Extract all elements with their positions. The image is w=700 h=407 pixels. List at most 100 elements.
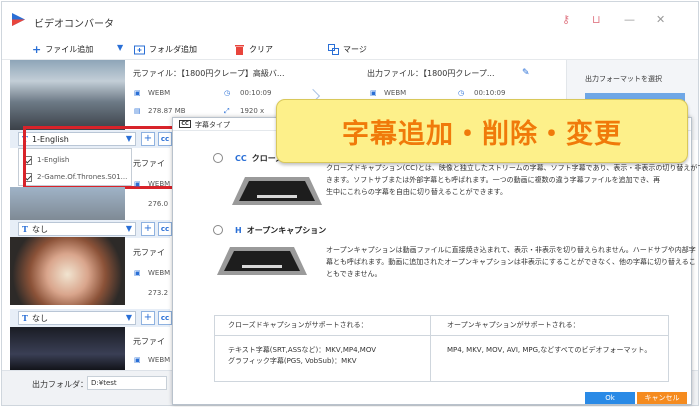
source-size-2: 276.0: [148, 200, 169, 208]
open-caption-title: オープンキャプション: [246, 226, 327, 235]
format-icon: ▣: [134, 356, 141, 364]
app-logo-icon: [12, 13, 25, 26]
oc-support-formats: MP4, MKV, MOV, AVI, MPG,などすべてのビデオフォーマット。: [447, 346, 652, 354]
merge-label: マージ: [343, 44, 367, 54]
source-file-label-2: 元ファイ: [133, 159, 165, 168]
video-thumbnail-2[interactable]: [10, 187, 125, 220]
clock-icon: ◷: [458, 89, 465, 97]
cc-icon: CC: [179, 120, 191, 128]
cancel-button[interactable]: キャンセル: [637, 392, 687, 404]
cc-settings-button[interactable]: cc: [158, 311, 172, 325]
minimize-icon[interactable]: —: [624, 13, 635, 26]
merge-button[interactable]: マージ: [328, 42, 367, 56]
merge-icon: [328, 43, 339, 55]
clock-icon: ◷: [224, 89, 231, 97]
video-thumbnail-3[interactable]: [10, 237, 125, 305]
h-icon: H: [235, 226, 242, 235]
open-caption-desc-line-2: 幕とも呼ばれます。動画に追加されたオープンキャプションは非表示にすることができな…: [326, 258, 696, 266]
dialog-title: 字幕タイプ: [195, 121, 230, 129]
source-file-label-4: 元ファイ: [133, 337, 165, 346]
open-caption-illustration: [217, 247, 307, 275]
folder-plus-icon: [134, 45, 145, 54]
closed-caption-illustration: [232, 177, 322, 205]
chevron-down-icon: ▼: [125, 224, 132, 233]
closed-caption-desc-line-2: きます。ソフトサブまたは外部字幕とも呼ばれます。一つの動画に複数の違う字幕ファイ…: [326, 176, 661, 184]
plus-icon: +: [32, 42, 42, 56]
text-t-icon: T: [22, 224, 28, 234]
headline-text: 字幕追加・削除・変更: [342, 118, 622, 150]
support-table: クローズドキャプションがサポートされる： オープンキャプションがサポートされる：…: [214, 315, 669, 382]
closed-caption-radio[interactable]: [213, 153, 223, 163]
source-format-2: WEBM: [148, 180, 171, 188]
source-size-1: 278.87 MB: [148, 107, 186, 115]
output-folder-field[interactable]: D:¥test: [87, 376, 167, 390]
format-icon: ▣: [134, 89, 141, 97]
subtitle-row-2: T なし ▼ + cc: [10, 220, 172, 238]
cc-settings-button[interactable]: cc: [158, 222, 172, 236]
format-icon: ▣: [134, 269, 141, 277]
headline-banner: 字幕追加・削除・変更: [276, 99, 688, 163]
key-icon[interactable]: ⚷: [562, 13, 570, 26]
subtitle-selected-2: なし: [31, 224, 48, 234]
source-file-label-3: 元ファイ: [133, 248, 165, 257]
source-format-3: WEBM: [148, 269, 171, 277]
output-format-label: 出力フォーマットを選択: [585, 75, 662, 83]
size-icon: ▤: [134, 107, 141, 115]
format-icon: ▣: [134, 180, 141, 188]
add-subtitle-button[interactable]: +: [141, 311, 155, 325]
chevron-down-icon[interactable]: ▼: [117, 43, 123, 52]
trash-icon: [235, 44, 244, 55]
close-icon[interactable]: ✕: [656, 13, 665, 26]
clear-button[interactable]: クリア: [234, 42, 273, 56]
output-folder-label: 出力フォルダ：: [32, 380, 88, 389]
edit-pencil-icon[interactable]: ✎: [522, 68, 530, 78]
open-caption-heading: H オープンキャプション: [235, 225, 326, 236]
cart-icon[interactable]: ⊔: [592, 13, 601, 26]
subtitle-select-3[interactable]: T なし ▼: [18, 311, 136, 325]
open-caption-description: オープンキャプションは動画ファイルに直接焼き込まれて、表示・非表示を切り替えられ…: [326, 244, 696, 280]
add-file-label: ファイル追加: [45, 44, 94, 54]
table-divider: [215, 335, 668, 336]
add-folder-button[interactable]: フォルダ追加: [134, 42, 197, 56]
plus-icon: +: [143, 312, 153, 323]
closed-caption-description: クローズドキャプション(CC)とは、映像と独立したストリームの字幕、ソフト字幕で…: [326, 162, 700, 198]
open-caption-radio[interactable]: [213, 225, 223, 235]
cc-support-graphic: グラフィック字幕(PGS, VobSub)：MKV: [228, 357, 357, 365]
source-format-4: WEBM: [148, 356, 171, 364]
add-file-button[interactable]: + ファイル追加: [32, 42, 93, 56]
video-thumbnail-4[interactable]: [10, 327, 125, 372]
closed-caption-desc-line-3: 生中にこれらの字幕を自由に切り替えることができます。: [326, 188, 507, 196]
clear-label: クリア: [249, 44, 273, 54]
cc-support-text: テキスト字幕(SRT,ASSなど)：MKV,MP4,MOV: [228, 346, 377, 354]
output-file-label-1: 出力ファイル：【1800円クレープ...: [367, 69, 495, 78]
source-format-1: WEBM: [148, 89, 171, 97]
source-resolution-1: 1920 x: [240, 107, 265, 115]
toolbar: + ファイル追加 ▼ フォルダ追加 クリア マージ: [2, 38, 698, 60]
add-folder-label: フォルダ追加: [149, 44, 197, 54]
subtitle-row-3: T なし ▼ + cc: [10, 309, 172, 327]
app-title: ビデオコンバータ: [34, 19, 114, 30]
resolution-icon: ⤢: [224, 107, 230, 115]
cc-gear-icon: cc: [160, 314, 170, 322]
cc-support-header: クローズドキャプションがサポートされる：: [228, 321, 368, 329]
subtitle-selected-3: なし: [31, 313, 48, 323]
video-thumbnail-1[interactable]: [10, 60, 125, 130]
cc-gear-icon: cc: [160, 225, 170, 233]
output-duration-1: 00:10:09: [474, 89, 506, 97]
table-divider: [430, 316, 431, 381]
closed-caption-desc-line-1: クローズドキャプション(CC)とは、映像と独立したストリームの字幕、ソフト字幕で…: [326, 164, 700, 172]
format-icon: ▣: [370, 89, 377, 97]
title-bar: ビデオコンバータ ⚷ ⊔ — ✕: [2, 2, 698, 38]
open-caption-desc-line-3: ともできません。: [326, 270, 382, 278]
chevron-down-icon: ▼: [125, 313, 132, 322]
oc-support-header: オープンキャプションがサポートされる：: [447, 321, 580, 329]
plus-icon: +: [143, 223, 153, 234]
source-file-label-1: 元ファイル：【1800円クレープ】高級バ...: [133, 69, 285, 78]
source-size-3: 273.2: [148, 289, 169, 297]
output-format-1: WEBM: [384, 89, 407, 97]
source-duration-1: 00:10:09: [240, 89, 272, 97]
open-caption-desc-line-1: オープンキャプションは動画ファイルに直接焼き込まれて、表示・非表示を切り替えられ…: [326, 246, 696, 254]
ok-button[interactable]: Ok: [585, 392, 635, 404]
add-subtitle-button[interactable]: +: [141, 222, 155, 236]
subtitle-select-2[interactable]: T なし ▼: [18, 222, 136, 236]
